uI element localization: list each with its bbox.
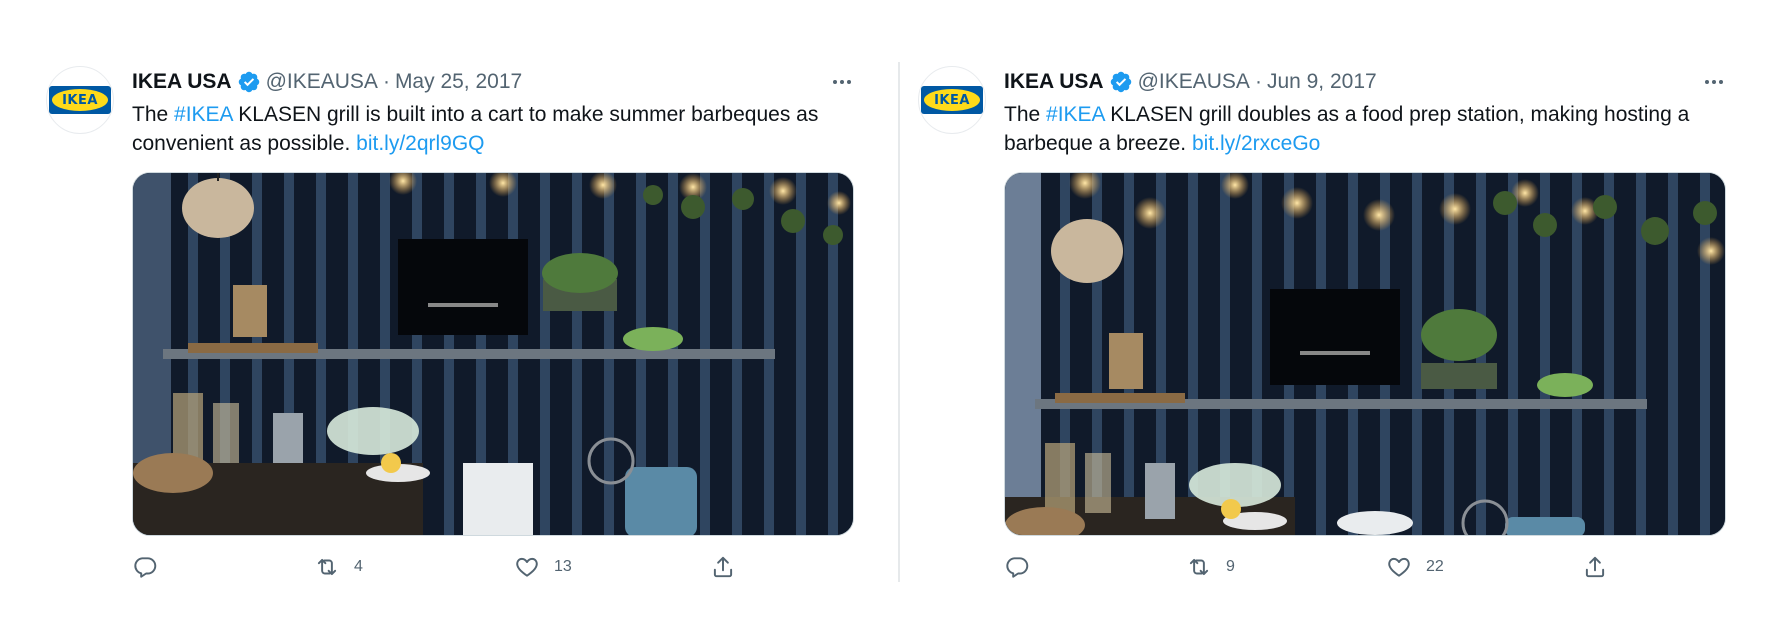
tweet-media-image[interactable] [132,172,854,536]
outdoor-kitchen-photo [1005,173,1725,535]
more-horizontal-icon[interactable] [828,68,856,96]
tweet-text-start: The [132,103,175,126]
reply-icon [1006,557,1029,578]
like-button[interactable]: 22 [1386,552,1444,582]
retweet-icon [1189,558,1209,576]
tweet-header: IKEA USA @IKEAUSA · May 25, 2017 [132,66,862,98]
author-handle[interactable]: @IKEAUSA [266,70,378,94]
tweet-text: The #IKEA KLASEN grill is built into a c… [132,100,862,158]
verified-badge-icon [1110,71,1131,93]
separator-dot: · [382,70,390,93]
author-name[interactable]: IKEA USA [132,70,232,94]
tweet-date[interactable]: May 25, 2017 [395,70,522,94]
reply-button[interactable] [1004,552,1030,582]
column-divider [898,62,900,582]
share-button[interactable] [1582,552,1608,582]
ikea-logo-text: IKEA [924,89,980,111]
separator-dot: · [1254,70,1262,93]
url-link[interactable]: bit.ly/2qrl9GQ [356,132,484,155]
tweet-text-body: KLASEN grill doubles as a food prep stat… [1004,103,1690,155]
ikea-logo-text: IKEA [52,89,108,111]
author-name[interactable]: IKEA USA [1004,70,1104,94]
avatar[interactable]: IKEA [918,66,986,134]
url-link[interactable]: bit.ly/2rxceGo [1192,132,1320,155]
ikea-logo: IKEA [49,86,111,114]
retweet-icon [317,558,337,576]
tweet-media-image[interactable] [1004,172,1726,536]
tweet-header: IKEA USA @IKEAUSA · Jun 9, 2017 [1004,66,1734,98]
tweet-actions: 9 22 [1004,552,1734,582]
share-icon [1585,556,1605,578]
tweet-text-start: The [1004,103,1047,126]
author-handle[interactable]: @IKEAUSA [1138,70,1250,94]
like-count: 22 [1426,558,1444,575]
retweet-button[interactable]: 9 [1186,552,1235,582]
heart-icon [516,557,538,577]
more-horizontal-icon[interactable] [1700,68,1728,96]
outdoor-kitchen-photo [133,173,853,535]
like-button[interactable]: 13 [514,552,572,582]
heart-icon [1388,557,1410,577]
retweet-count: 9 [1226,558,1235,575]
share-icon [713,556,733,578]
share-button[interactable] [710,552,736,582]
reply-icon [134,557,157,578]
tweet-card[interactable]: IKEA IKEA USA @IKEAUSA · May 25, 2017 Th… [46,62,866,582]
hashtag-link[interactable]: #IKEA [1046,103,1104,126]
tweet-text: The #IKEA KLASEN grill doubles as a food… [1004,100,1734,158]
retweet-button[interactable]: 4 [314,552,363,582]
verified-badge-icon [238,71,259,93]
hashtag-link[interactable]: #IKEA [174,103,232,126]
ikea-logo: IKEA [921,86,983,114]
reply-button[interactable] [132,552,158,582]
tweet-feed: IKEA IKEA USA @IKEAUSA · May 25, 2017 Th… [0,0,1792,635]
avatar[interactable]: IKEA [46,66,114,134]
like-count: 13 [554,558,572,575]
tweet-actions: 4 13 [132,552,862,582]
retweet-count: 4 [354,558,363,575]
tweet-date[interactable]: Jun 9, 2017 [1267,70,1377,94]
tweet-card[interactable]: IKEA IKEA USA @IKEAUSA · Jun 9, 2017 The… [918,62,1738,582]
